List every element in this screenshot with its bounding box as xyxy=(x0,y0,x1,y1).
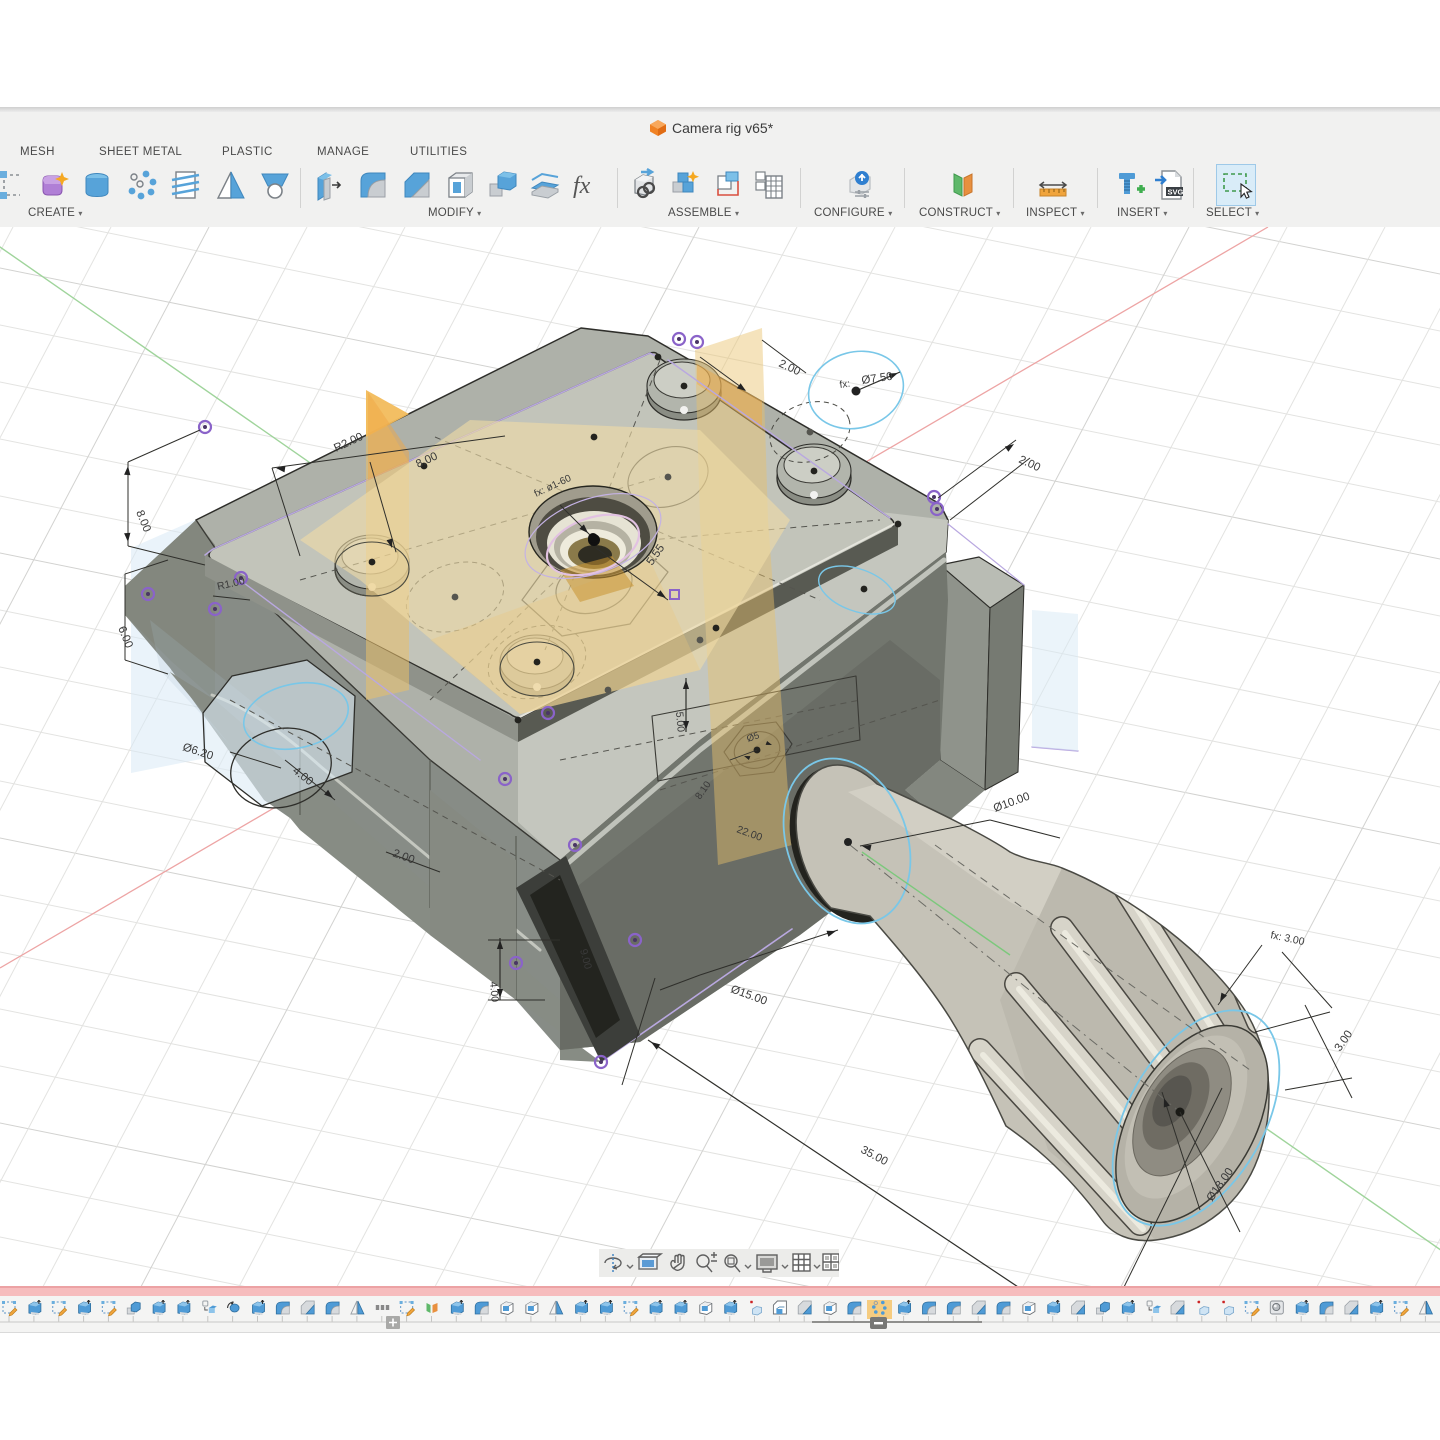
svg-text:SVG: SVG xyxy=(1168,188,1184,197)
svg-text:2.00: 2.00 xyxy=(777,358,802,378)
svg-text:fx: 3.00: fx: 3.00 xyxy=(1269,929,1305,948)
svg-text:5.00: 5.00 xyxy=(673,711,687,733)
svg-text:3.00: 3.00 xyxy=(1333,1028,1356,1053)
svg-text:35.00: 35.00 xyxy=(859,1144,890,1168)
svg-text:Ø15.00: Ø15.00 xyxy=(729,984,769,1008)
svg-text:fx: fx xyxy=(573,173,591,199)
svg-text:Ø7.50: Ø7.50 xyxy=(861,371,894,387)
svg-text:Ø10.00: Ø10.00 xyxy=(992,791,1032,815)
svg-text:2.00: 2.00 xyxy=(1017,454,1042,474)
svg-text:8.00: 8.00 xyxy=(133,509,153,534)
svg-text:fx:: fx: xyxy=(839,379,851,391)
